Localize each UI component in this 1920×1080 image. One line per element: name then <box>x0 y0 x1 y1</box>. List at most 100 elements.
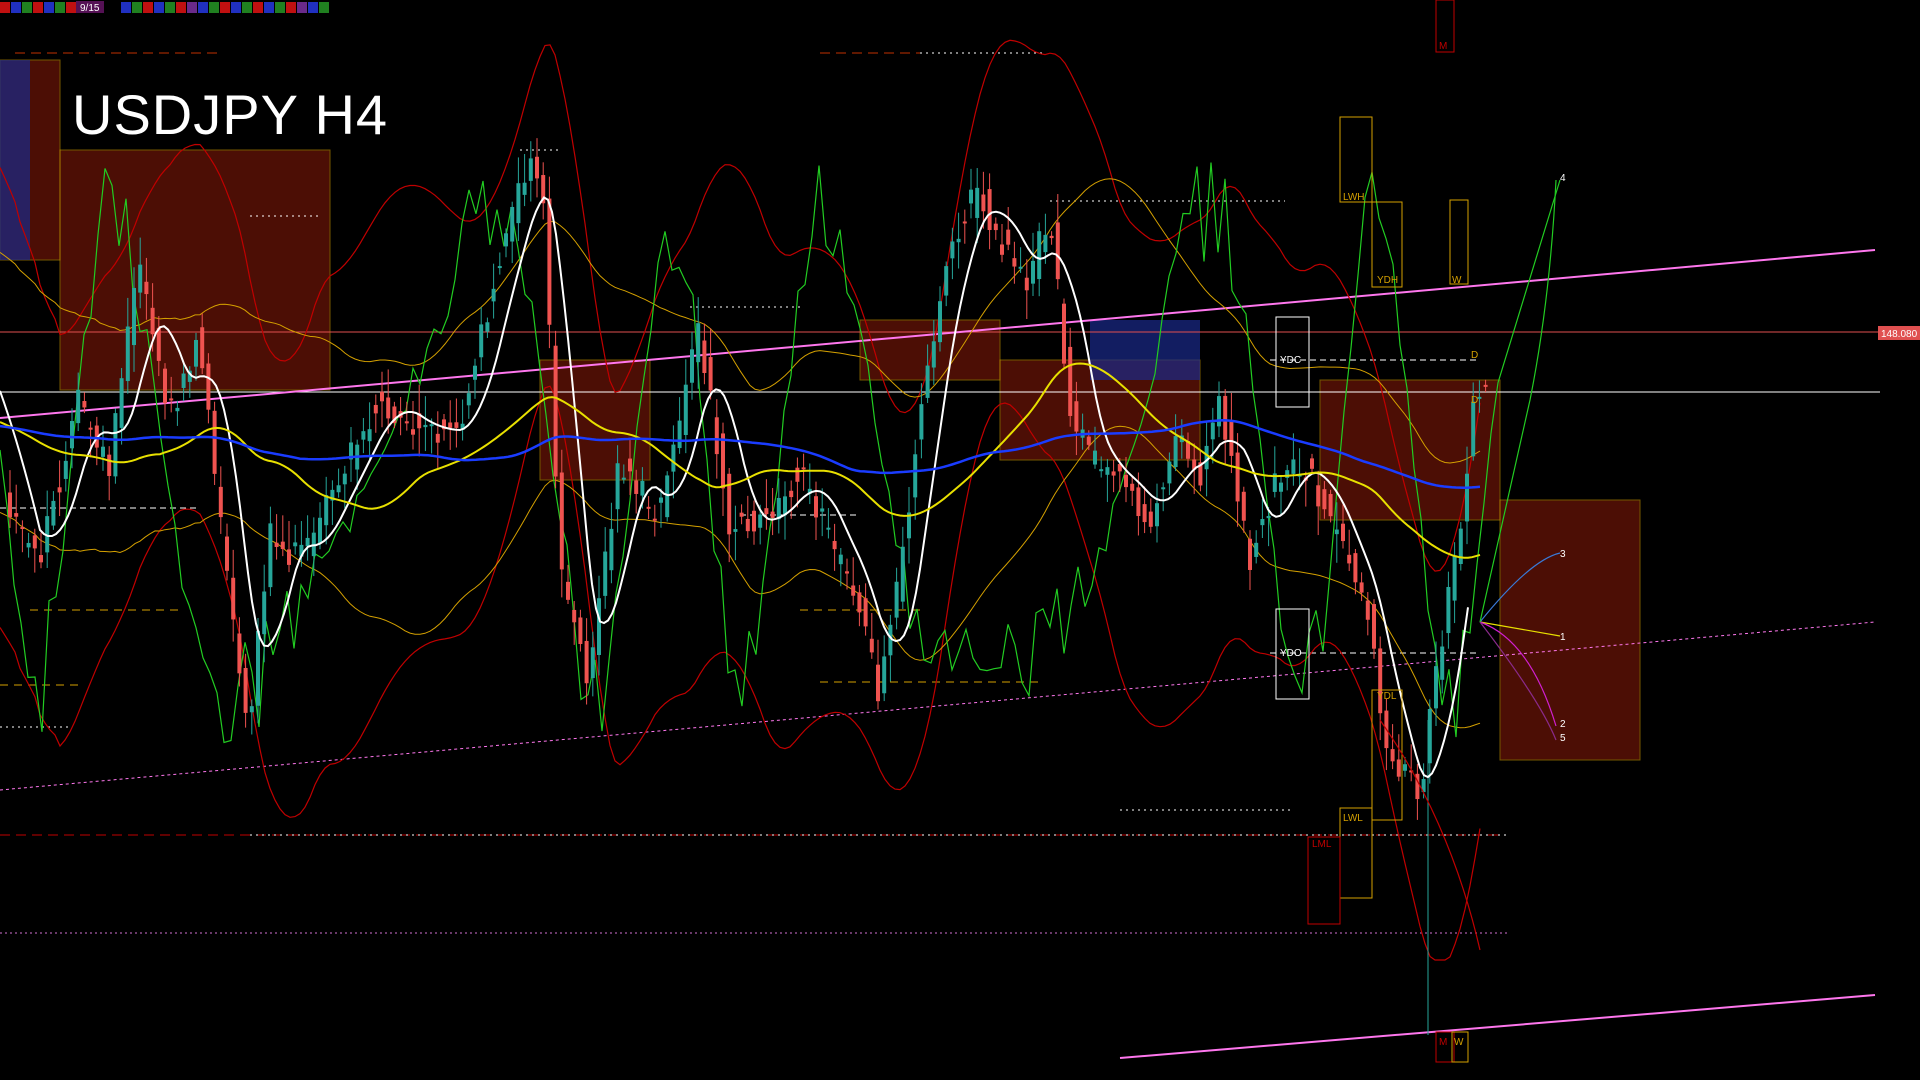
projection-label-2: 2 <box>1560 719 1566 730</box>
candle-body <box>280 541 285 550</box>
candle-body <box>597 598 601 655</box>
candle-body <box>696 323 701 363</box>
candle-body <box>194 339 198 367</box>
candle-body <box>770 511 775 518</box>
candle-body <box>683 384 688 436</box>
candle-body <box>212 410 217 474</box>
candle-body <box>975 187 980 218</box>
candle-body <box>1037 231 1042 280</box>
candle-body <box>324 495 329 526</box>
candle-body <box>1310 458 1314 469</box>
candle-body <box>640 480 645 496</box>
candle-body <box>169 398 174 401</box>
chart-title: USDJPY H4 <box>72 83 389 146</box>
status-square <box>286 2 296 13</box>
status-square <box>297 2 307 13</box>
candle-body <box>132 287 136 346</box>
candle-body <box>423 424 428 428</box>
status-square <box>242 2 252 13</box>
candle-body <box>1440 646 1445 680</box>
candle-body <box>107 454 112 477</box>
candle-body <box>547 198 552 325</box>
envelope-yellow-lower <box>0 425 1481 729</box>
candle-body <box>1322 489 1327 510</box>
candle-body <box>380 391 384 402</box>
projection-label-5: 5 <box>1560 733 1566 744</box>
candle-body <box>497 266 502 269</box>
candle-body <box>448 422 453 428</box>
candle-body <box>987 189 992 231</box>
candle-body <box>578 617 583 645</box>
projection-label-3: 3 <box>1560 549 1566 560</box>
candle-body <box>1074 401 1079 432</box>
candle-body <box>1316 485 1321 507</box>
candle-body <box>150 307 155 335</box>
trendline-lower <box>1119 994 1876 1059</box>
candle-body <box>863 598 868 627</box>
candle-body <box>634 480 639 494</box>
candle-body <box>876 664 880 702</box>
candle-body <box>454 422 459 428</box>
label-d-top: D <box>1471 350 1478 361</box>
candle-body <box>628 458 632 472</box>
candle-body <box>690 349 694 383</box>
candle-body <box>659 497 663 503</box>
candle-body <box>981 194 986 212</box>
candle-body <box>727 473 732 535</box>
candle-body <box>702 340 707 373</box>
candle-body <box>894 581 899 618</box>
candle-body <box>814 496 818 518</box>
candle-body <box>1130 483 1135 491</box>
candle-body <box>82 401 87 408</box>
candle-body <box>919 404 924 440</box>
candle-body <box>181 373 186 388</box>
envelope-lower <box>0 385 1481 961</box>
candle-body <box>801 467 806 470</box>
candle-body <box>882 656 887 694</box>
candle-body <box>826 527 831 530</box>
candle-body <box>231 577 236 620</box>
cloud-segment <box>1499 499 1641 761</box>
candle-body <box>218 486 223 518</box>
status-page: 9/15 <box>80 3 100 14</box>
candle-body <box>739 512 744 517</box>
label-d-mid: D <box>1471 395 1478 406</box>
candle-body <box>603 551 608 596</box>
candle-body <box>1248 538 1252 570</box>
candle-body <box>76 389 81 424</box>
candle-body <box>652 518 657 521</box>
status-square <box>132 2 142 13</box>
candle-body <box>14 513 19 517</box>
candle-body <box>1111 471 1116 476</box>
projection-label-1: 1 <box>1560 632 1566 643</box>
candle-body <box>1161 487 1166 490</box>
candle-body <box>1359 582 1364 593</box>
candle-body <box>274 542 279 547</box>
candle-body <box>287 549 291 565</box>
status-bar: 9/15 <box>0 1 329 14</box>
candle-body <box>32 535 37 549</box>
label-ydh: YDH <box>1377 275 1398 286</box>
label-w-bottom: W <box>1454 1037 1464 1048</box>
candle-body <box>776 497 781 520</box>
chart-area[interactable]: 148.080 YDC YDO LWH YDH W YDL LWL LML M … <box>0 0 1920 1080</box>
candle-body <box>1458 528 1463 565</box>
status-square <box>220 2 230 13</box>
candle-body <box>969 189 973 204</box>
candle-body <box>745 518 750 532</box>
level-box <box>1371 689 1403 821</box>
candle-body <box>1396 759 1401 777</box>
ma-blue-line <box>0 419 1481 489</box>
projection-label-4: 4 <box>1560 173 1566 184</box>
candle-body <box>1334 529 1339 535</box>
candle-body <box>1062 303 1066 364</box>
candle-body <box>342 473 347 485</box>
candle-body <box>1148 511 1153 527</box>
candle-body <box>88 427 93 430</box>
candle-body <box>361 431 366 440</box>
candle-body <box>832 540 837 550</box>
candle-body <box>1266 515 1271 519</box>
candle-body <box>993 223 998 231</box>
candle-body <box>26 542 31 548</box>
status-square <box>22 2 32 13</box>
